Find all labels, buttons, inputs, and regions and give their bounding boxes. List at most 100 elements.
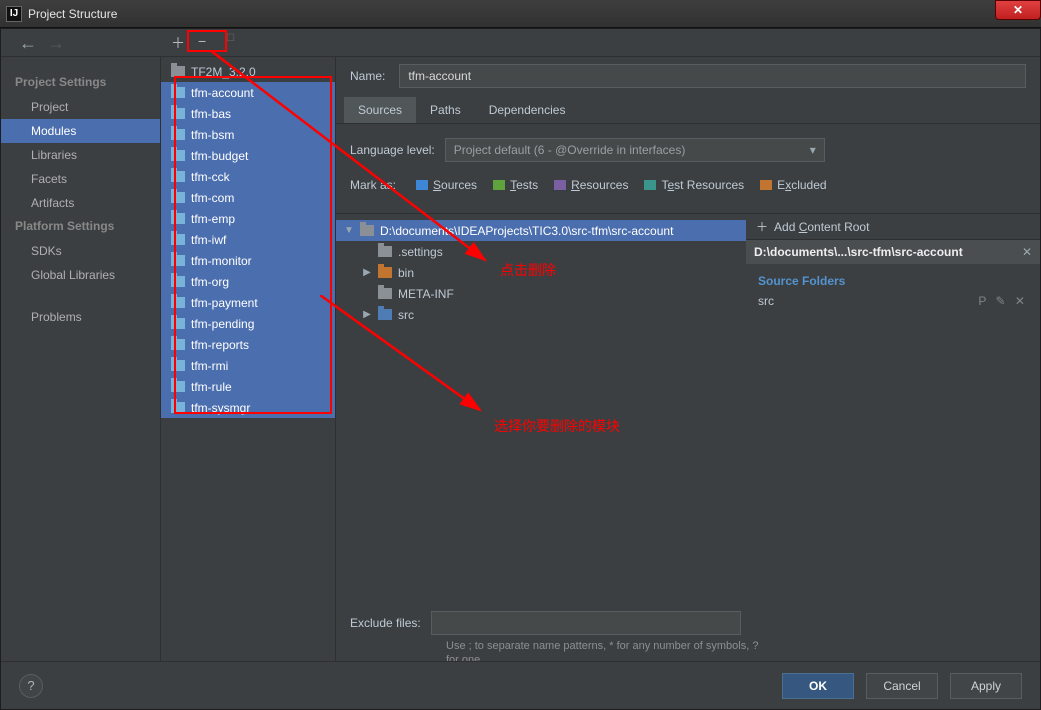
nav-back-button[interactable]: ← [19,33,37,54]
tree-item-src[interactable]: ▶src [336,304,746,325]
apply-button[interactable]: Apply [950,673,1022,699]
module-item-label: tfm-iwf [191,233,226,247]
tree-item-settings[interactable]: .settings [336,241,746,262]
folder-icon [171,87,185,98]
mark-tests[interactable]: Tests [493,178,538,192]
cancel-button[interactable]: Cancel [866,673,938,699]
module-item-label: tfm-com [191,191,234,205]
module-item-label: tfm-budget [191,149,248,163]
toolbar-strip: ← → ＋ − ☐ [1,29,1040,57]
tree-item-label: bin [398,266,414,280]
sidebar-item-facets[interactable]: Facets [1,167,160,191]
module-item-tfm-bas[interactable]: tfm-bas [161,103,335,124]
module-name-input[interactable] [399,64,1026,88]
module-item-tfm-monitor[interactable]: tfm-monitor [161,250,335,271]
folder-icon [171,318,185,329]
sidebar-item-libraries[interactable]: Libraries [1,143,160,167]
dialog-button-bar: ? OK Cancel Apply [1,661,1040,709]
module-item-tfm-org[interactable]: tfm-org [161,271,335,292]
window-close-button[interactable]: ✕ [995,0,1041,20]
tab-dependencies[interactable]: Dependencies [475,97,580,123]
content-root-header: D:\documents\...\src-tfm\src-account ✕ [746,240,1040,264]
module-detail-panel: Name: SourcesPathsDependencies Language … [336,57,1040,661]
module-item-tfm-reports[interactable]: tfm-reports [161,334,335,355]
copy-module-button[interactable]: ☐ [226,33,235,44]
language-level-select[interactable]: Project default (6 - @Override in interf… [445,138,825,162]
tab-sources[interactable]: Sources [344,97,416,123]
folder-icon [171,255,185,266]
sidebar-item-problems[interactable]: Problems [1,305,160,329]
module-item-tfm-rmi[interactable]: tfm-rmi [161,355,335,376]
module-item-label: tfm-bsm [191,128,234,142]
remove-content-root-button[interactable]: ✕ [1022,245,1032,259]
content-root-path[interactable]: ▼ D:\documents\IDEAProjects\TIC3.0\src-t… [336,220,746,241]
folder-icon [171,276,185,287]
add-content-root-button[interactable]: ＋ Add Content Root [746,214,1040,240]
module-item-label: tfm-cck [191,170,230,184]
sidebar-item-sdks[interactable]: SDKs [1,239,160,263]
tree-item-label: .settings [398,245,443,259]
folder-icon [360,225,374,236]
folder-icon [378,246,392,257]
folder-icon [171,108,185,119]
settings-sidebar: Project Settings ProjectModulesLibraries… [1,57,161,661]
folder-icon [171,192,185,203]
source-folder-actions[interactable]: P ✎ ✕ [978,294,1028,308]
folder-icon [378,288,392,299]
caret-icon: ▶ [362,309,372,320]
folder-icon [171,234,185,245]
module-item-tfm-iwf[interactable]: tfm-iwf [161,229,335,250]
folder-icon [171,129,185,140]
folder-icon [378,267,392,278]
module-item-tfm-budget[interactable]: tfm-budget [161,145,335,166]
exclude-files-input[interactable] [431,611,741,635]
folder-icon [378,309,392,320]
window-title: Project Structure [28,7,117,21]
source-folders-heading: Source Folders [746,264,1040,292]
module-item-tfm-emp[interactable]: tfm-emp [161,208,335,229]
mark-resources[interactable]: Resources [554,178,628,192]
module-item-tfm-pending[interactable]: tfm-pending [161,313,335,334]
folder-icon [171,360,185,371]
folder-icon [171,66,185,77]
module-root[interactable]: TF2M_3.2.0 [161,61,335,82]
language-level-value: Project default (6 - @Override in interf… [454,143,686,157]
module-item-label: tfm-bas [191,107,231,121]
module-item-tfm-payment[interactable]: tfm-payment [161,292,335,313]
add-module-button[interactable]: ＋ [171,33,185,53]
mark-excluded[interactable]: Excluded [760,178,826,192]
module-item-label: tfm-rule [191,380,232,394]
mark-test-resources[interactable]: Test Resources [644,178,744,192]
help-button[interactable]: ? [19,674,43,698]
mark-sources[interactable]: Sources [416,178,477,192]
module-item-tfm-cck[interactable]: tfm-cck [161,166,335,187]
window-titlebar: IJ Project Structure ✕ [0,0,1041,28]
tab-paths[interactable]: Paths [416,97,475,123]
module-item-label: tfm-monitor [191,254,252,268]
source-folder-src[interactable]: srcP ✎ ✕ [746,292,1040,310]
sidebar-item-modules[interactable]: Modules [1,119,160,143]
module-item-tfm-account[interactable]: tfm-account [161,82,335,103]
remove-module-button[interactable]: − [198,33,206,49]
sidebar-item-global-libraries[interactable]: Global Libraries [1,263,160,287]
module-item-tfm-bsm[interactable]: tfm-bsm [161,124,335,145]
sidebar-item-artifacts[interactable]: Artifacts [1,191,160,215]
plus-icon: ＋ [756,218,768,235]
sidebar-heading-project: Project Settings [1,71,160,95]
sidebar-item-project[interactable]: Project [1,95,160,119]
content-root-side: ＋ Add Content Root D:\documents\...\src-… [746,213,1040,591]
tree-item-META-INF[interactable]: META-INF [336,283,746,304]
exclude-files-label: Exclude files: [350,616,421,630]
module-item-tfm-rule[interactable]: tfm-rule [161,376,335,397]
ok-button[interactable]: OK [782,673,854,699]
nav-forward-button[interactable]: → [47,33,65,54]
folder-icon [171,213,185,224]
module-item-label: tfm-emp [191,212,235,226]
folder-icon [171,339,185,350]
folder-icon [171,381,185,392]
caret-icon: ▶ [362,267,372,278]
folder-icon [171,297,185,308]
module-item-tfm-sysmgr[interactable]: tfm-sysmgr [161,397,335,418]
module-item-label: tfm-rmi [191,359,228,373]
module-item-tfm-com[interactable]: tfm-com [161,187,335,208]
